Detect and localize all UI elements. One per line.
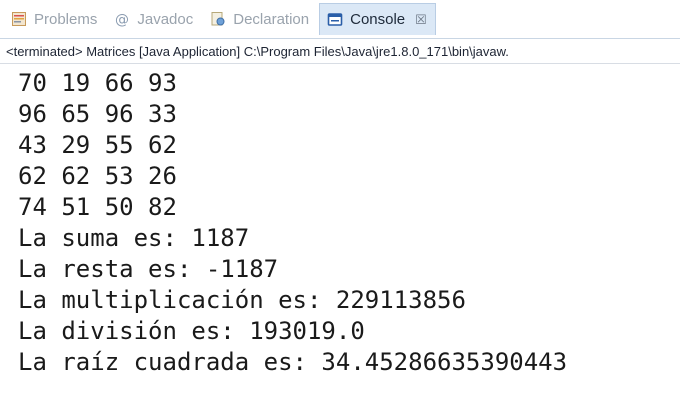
console-line: 74 51 50 82 [18,193,177,221]
console-status-line: <terminated> Matrices [Java Application]… [0,38,680,64]
tab-problems-label: Problems [34,10,98,28]
console-line: La resta es: -1187 [18,255,279,283]
tab-declaration[interactable]: Declaration [203,4,317,34]
tab-problems[interactable]: Problems [4,4,105,34]
console-line: 62 62 53 26 [18,162,177,190]
console-line: La raíz cuadrada es: 34.45286635390443 [18,348,568,376]
tab-declaration-label: Declaration [233,10,310,28]
console-line: 70 19 66 93 [18,69,177,97]
close-icon[interactable]: ☒ [415,12,427,28]
tab-javadoc[interactable]: @ Javadoc [107,4,201,34]
console-line: La multiplicación es: 229113856 [18,286,466,314]
tab-console-label: Console [350,11,406,28]
view-tab-bar: Problems @ Javadoc Declaration Console ☒ [0,0,680,38]
svg-text:@: @ [115,12,129,27]
console-icon [326,11,344,29]
problems-icon [10,10,28,28]
declaration-icon [209,10,227,28]
tab-console[interactable]: Console ☒ [319,3,436,35]
console-line: La suma es: 1187 [18,224,250,252]
javadoc-icon: @ [113,10,131,28]
console-output[interactable]: 70 19 66 93 96 65 96 33 43 29 55 62 62 6… [0,64,680,378]
tab-javadoc-label: Javadoc [137,10,194,28]
console-line: 43 29 55 62 [18,131,177,159]
console-line: La división es: 193019.0 [18,317,365,345]
console-line: 96 65 96 33 [18,100,177,128]
